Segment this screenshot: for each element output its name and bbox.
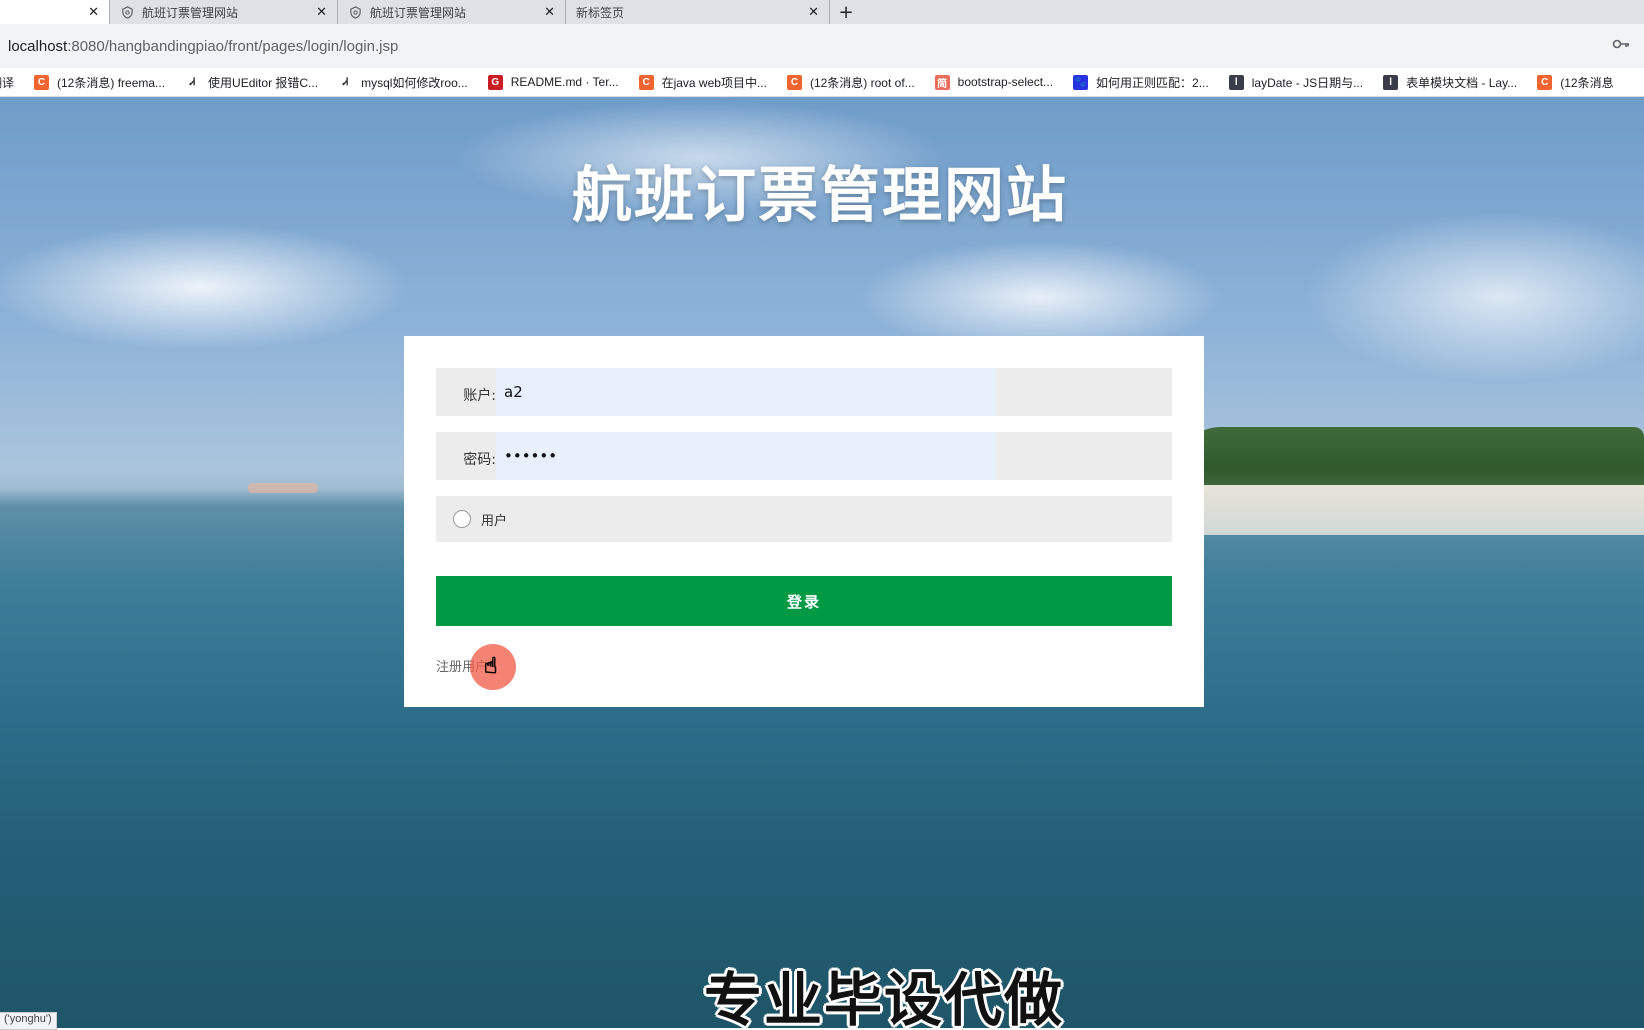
url-path: :8080/hangbandingpiao/front/pages/login/… — [67, 37, 399, 55]
bookmark-item[interactable]: Ꮧmysql如何修改roo... — [338, 74, 468, 91]
boat-scenery — [248, 483, 318, 493]
role-row: 用户 — [436, 496, 1172, 542]
bookmark-icon: C — [638, 74, 654, 90]
bookmark-icon: 简 — [934, 74, 950, 90]
close-icon[interactable]: ✕ — [808, 5, 819, 20]
tab-bar: ✕ 航班订票管理网站 ✕ 航班订票管理网站 ✕ 新标签页 ✕ + — [0, 0, 1644, 24]
bookmark-item[interactable]: C (12条消息) freema... — [34, 74, 165, 91]
bookmark-item[interactable]: C 在java web项目中... — [638, 74, 767, 91]
bookmark-icon: G — [487, 74, 503, 90]
role-radio-label: 用户 — [481, 513, 508, 529]
role-radio-user[interactable] — [453, 510, 471, 528]
password-input[interactable] — [496, 432, 996, 480]
status-bar: ('yonghu') — [0, 1012, 57, 1030]
shield-icon — [120, 5, 134, 19]
tab-flight-2[interactable]: 航班订票管理网站 ✕ — [338, 0, 566, 24]
bookmark-label: bootstrap-select... — [957, 75, 1054, 89]
new-tab-button[interactable]: + — [830, 0, 862, 24]
close-icon[interactable]: ✕ — [316, 5, 327, 20]
tab-current[interactable]: ✕ — [0, 0, 110, 24]
bookmark-label: README.md · Ter... — [510, 75, 619, 89]
close-icon[interactable]: ✕ — [544, 5, 555, 20]
watermark-text: 专业毕设代做 — [0, 953, 1644, 1028]
bookmark-label: (12条消息) root of... — [809, 75, 915, 90]
address-bar: localhost:8080/hangbandingpiao/front/pag… — [0, 24, 1644, 68]
bookmark-label: mysql如何修改roo... — [361, 75, 468, 90]
bookmark-label: (12条消息) freema... — [57, 75, 166, 90]
bookmark-item[interactable]: C (12条消息) root of... — [786, 74, 915, 91]
bookmark-label: layDate - JS日期与... — [1251, 75, 1364, 90]
bookmark-item[interactable]: l 表单模块文档 - Lay... — [1383, 74, 1517, 91]
bookmark-icon: Ꮧ — [185, 74, 201, 90]
key-icon[interactable] — [1612, 38, 1636, 54]
bookmark-icon: Ꮧ — [338, 74, 354, 90]
bookmark-item[interactable]: l layDate - JS日期与... — [1228, 74, 1364, 91]
password-label: 密码: — [463, 452, 496, 468]
shield-icon — [348, 5, 362, 19]
bookmark-item[interactable]: 🐾 如何用正则匹配：2... — [1073, 74, 1209, 91]
bookmark-icon: C — [786, 74, 802, 90]
bookmark-item[interactable]: Ꮧ 使用UEditor 报错C... — [185, 74, 318, 91]
bookmark-label: (12条消息 — [1560, 75, 1614, 90]
site-title-text: 航班订票管理网站 — [572, 161, 1068, 231]
register-link[interactable]: 注册用户 — [436, 656, 488, 675]
bookmark-item[interactable]: C (12条消息 — [1537, 74, 1614, 91]
site-title: 航班订票管理网站 — [0, 147, 1644, 234]
login-button[interactable]: 登录 — [436, 576, 1172, 626]
watermark-label: 专业毕设代做 — [703, 966, 1064, 1028]
password-row: 密码: — [436, 432, 1172, 480]
bookmark-icon: l — [1228, 74, 1244, 90]
bookmark-item[interactable]: 简 bootstrap-select... — [934, 74, 1054, 90]
bookmarks-bar: 翻译 C (12条消息) freema... Ꮧ 使用UEditor 报错C... Ꮧmy… — [0, 68, 1644, 97]
bookmark-icon: C — [34, 74, 50, 90]
tab-title: 新标签页 — [576, 5, 625, 20]
bookmark-icon: C — [1537, 74, 1553, 90]
bookmark-item[interactable]: 翻译 — [0, 74, 14, 91]
tab-flight-1[interactable]: 航班订票管理网站 ✕ — [110, 0, 338, 24]
tab-title: 航班订票管理网站 — [370, 5, 467, 20]
close-icon[interactable]: ✕ — [88, 5, 99, 20]
url-field[interactable]: localhost:8080/hangbandingpiao/front/pag… — [8, 38, 1612, 55]
beach-scenery — [1160, 485, 1644, 535]
tab-title: 航班订票管理网站 — [142, 5, 239, 20]
bookmark-label: 翻译 — [0, 75, 15, 90]
bookmark-label: 在java web项目中... — [661, 75, 767, 90]
bookmark-label: 表单模块文档 - Lay... — [1406, 75, 1518, 90]
tab-new[interactable]: 新标签页 ✕ — [566, 0, 830, 24]
login-page: 航班订票管理网站 账户: 密码: 用户 登录 注册用户 ☝ 专业毕设代做 — [0, 97, 1644, 1028]
account-input[interactable] — [496, 368, 996, 416]
bookmark-icon: 🐾 — [1073, 74, 1089, 90]
login-form: 账户: 密码: 用户 登录 注册用户 ☝ — [404, 336, 1204, 707]
bookmark-label: 使用UEditor 报错C... — [208, 75, 319, 90]
bookmark-item[interactable]: G README.md · Ter... — [487, 74, 619, 90]
account-label: 账户: — [463, 388, 496, 404]
bookmark-label: 如何用正则匹配：2... — [1096, 75, 1209, 90]
url-host: localhost — [8, 37, 68, 55]
bookmark-icon: l — [1383, 74, 1399, 90]
account-row: 账户: — [436, 368, 1172, 416]
